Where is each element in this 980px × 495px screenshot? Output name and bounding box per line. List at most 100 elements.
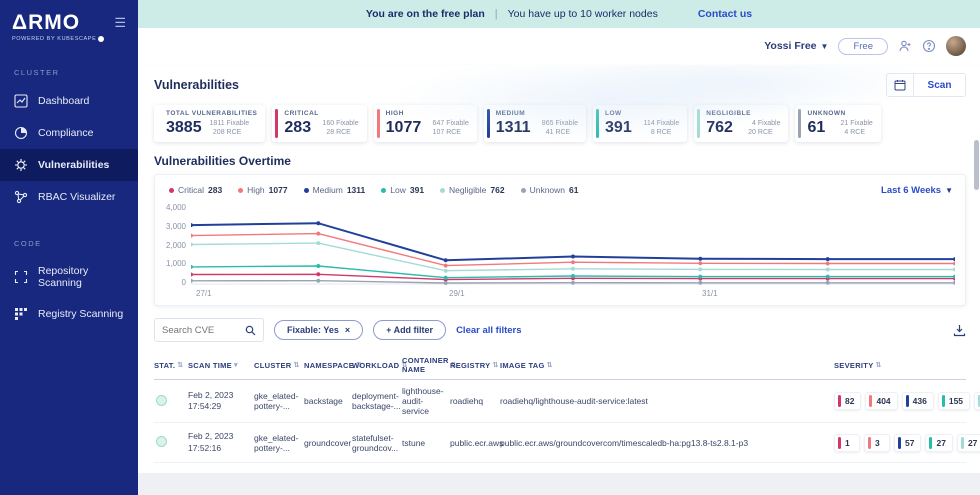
filter-chip-fixable[interactable]: Fixable: Yes × (274, 320, 363, 340)
legend-item-critical[interactable]: Critical283 (169, 185, 222, 195)
schedule-scan-button[interactable] (886, 73, 914, 97)
chart-point[interactable] (571, 260, 575, 264)
sidebar-item-registry-scanning[interactable]: Registry Scanning (0, 298, 138, 330)
chart-point[interactable] (953, 262, 955, 266)
chart-point[interactable] (826, 268, 830, 272)
chart-point[interactable] (698, 275, 702, 279)
avatar[interactable] (946, 36, 966, 56)
chart-point[interactable] (444, 276, 448, 280)
card-medium[interactable]: MEDIUM 1311 865 Fixable41 RCE (484, 105, 586, 142)
chart-point[interactable] (191, 243, 193, 247)
sort-desc-icon[interactable]: ▾ (234, 361, 238, 369)
chart-point[interactable] (698, 257, 702, 261)
chart-point[interactable] (316, 232, 320, 236)
col-namespace[interactable]: NAMESPACE⇅ (304, 361, 348, 370)
col-workload[interactable]: WORKLOAD⇅ (352, 361, 398, 370)
severity-badge[interactable]: 436 (902, 392, 934, 410)
sort-icon[interactable]: ⇅ (547, 361, 553, 369)
severity-badge[interactable]: 155 (938, 392, 970, 410)
card-total-vulnerabilities[interactable]: TOTAL VULNERABILITIES 3885 1811 Fixable2… (154, 105, 265, 142)
chart-point[interactable] (191, 279, 193, 283)
chart-point[interactable] (826, 281, 830, 285)
col-scan-time[interactable]: SCAN TIME▾ (188, 361, 250, 370)
chart-point[interactable] (444, 258, 448, 262)
chart-point[interactable] (316, 279, 320, 283)
card-unknown[interactable]: UNKNOWN 61 21 Fixable4 RCE (795, 105, 880, 142)
severity-badge[interactable]: 155 (974, 392, 980, 410)
severity-badge[interactable]: 27 (925, 434, 952, 452)
col-cluster[interactable]: CLUSTER⇅ (254, 361, 300, 370)
chart-point[interactable] (316, 264, 320, 268)
sidebar-item-rbac-visualizer[interactable]: RBAC Visualizer (0, 181, 138, 213)
severity-badge[interactable]: 27 (957, 434, 980, 452)
scan-button[interactable]: Scan (914, 73, 966, 97)
severity-badge[interactable]: 57 (894, 434, 921, 452)
sort-icon[interactable]: ⇅ (876, 361, 882, 369)
card-low[interactable]: LOW 391 114 Fixable8 RCE (593, 105, 687, 142)
vertical-scrollbar[interactable] (974, 140, 979, 190)
contact-us-link[interactable]: Contact us (698, 8, 752, 20)
chart-point[interactable] (571, 267, 575, 271)
chart-point[interactable] (698, 268, 702, 272)
chart-point[interactable] (316, 241, 320, 245)
chart-point[interactable] (826, 257, 830, 261)
sort-icon[interactable]: ⇅ (177, 361, 183, 369)
legend-item-unknown[interactable]: Unknown61 (521, 185, 579, 195)
search-cve-box[interactable] (154, 318, 264, 342)
legend-item-negligible[interactable]: Negligible762 (440, 185, 505, 195)
card-negligible[interactable]: NEGLIGIBLE 762 4 Fixable20 RCE (694, 105, 788, 142)
chart-point[interactable] (444, 281, 448, 285)
chart-point[interactable] (698, 261, 702, 265)
sidebar-item-compliance[interactable]: Compliance (0, 117, 138, 149)
chart-point[interactable] (191, 273, 193, 277)
sort-icon[interactable]: ⇅ (294, 361, 300, 369)
download-button[interactable] (953, 324, 966, 337)
add-filter-button[interactable]: + Add filter (373, 320, 446, 340)
col-container-name[interactable]: CONTAINER NAME⇅ (402, 356, 446, 374)
chart-point[interactable] (826, 262, 830, 266)
chart-point[interactable] (571, 255, 575, 259)
chart-point[interactable] (191, 265, 193, 269)
col-registry[interactable]: REGISTRY⇅ (450, 361, 496, 370)
sort-icon[interactable]: ⇅ (492, 361, 498, 369)
sidebar-item-dashboard[interactable]: Dashboard (0, 85, 138, 117)
col-image-tag[interactable]: IMAGE TAG⇅ (500, 361, 830, 370)
legend-item-medium[interactable]: Medium1311 (304, 185, 366, 195)
chart-point[interactable] (953, 268, 955, 272)
sidebar-item-repository-scanning[interactable]: Repository Scanning (0, 256, 138, 298)
card-high[interactable]: HIGH 1077 647 Fixable107 RCE (374, 105, 477, 142)
chart-point[interactable] (191, 223, 193, 227)
legend-item-high[interactable]: High1077 (238, 185, 287, 195)
time-range-selector[interactable]: Last 6 Weeks ▼ (881, 185, 953, 196)
chart-point[interactable] (444, 264, 448, 268)
chart-point[interactable] (316, 221, 320, 225)
chart-point[interactable] (444, 269, 448, 273)
chart-plot-area[interactable] (191, 203, 955, 287)
chart-point[interactable] (571, 274, 575, 278)
card-critical[interactable]: CRITICAL 283 160 Fixable28 RCE (272, 105, 366, 142)
col-stat[interactable]: STAT.⇅ (154, 361, 184, 370)
severity-badge[interactable]: 404 (865, 392, 897, 410)
plan-badge-button[interactable]: Free (838, 38, 888, 55)
menu-toggle-icon[interactable]: ☰ (114, 16, 126, 29)
chart-point[interactable] (953, 257, 955, 261)
clear-all-filters-link[interactable]: Clear all filters (456, 325, 521, 336)
chart-point[interactable] (698, 281, 702, 285)
table-row[interactable]: Feb 2, 202317:54:29gke_elated-pottery-..… (154, 380, 966, 423)
invite-user-icon[interactable] (898, 39, 912, 53)
search-input[interactable] (162, 325, 242, 336)
legend-item-low[interactable]: Low391 (381, 185, 424, 195)
sidebar-item-vulnerabilities[interactable]: Vulnerabilities (0, 149, 138, 181)
table-row[interactable]: Feb 2, 202317:52:16gke_elated-pottery-..… (154, 423, 966, 463)
col-severity[interactable]: SEVERITY⇅ (834, 361, 966, 370)
chart-point[interactable] (571, 281, 575, 285)
chart-point[interactable] (826, 275, 830, 279)
chart-point[interactable] (191, 234, 193, 238)
account-menu[interactable]: Yossi Free ▼ (764, 40, 828, 52)
chart-point[interactable] (316, 272, 320, 276)
severity-badge[interactable]: 1 (834, 434, 860, 452)
remove-filter-icon[interactable]: × (345, 325, 350, 335)
severity-badge[interactable]: 3 (864, 434, 890, 452)
severity-badge[interactable]: 82 (834, 392, 861, 410)
help-icon[interactable] (922, 39, 936, 53)
